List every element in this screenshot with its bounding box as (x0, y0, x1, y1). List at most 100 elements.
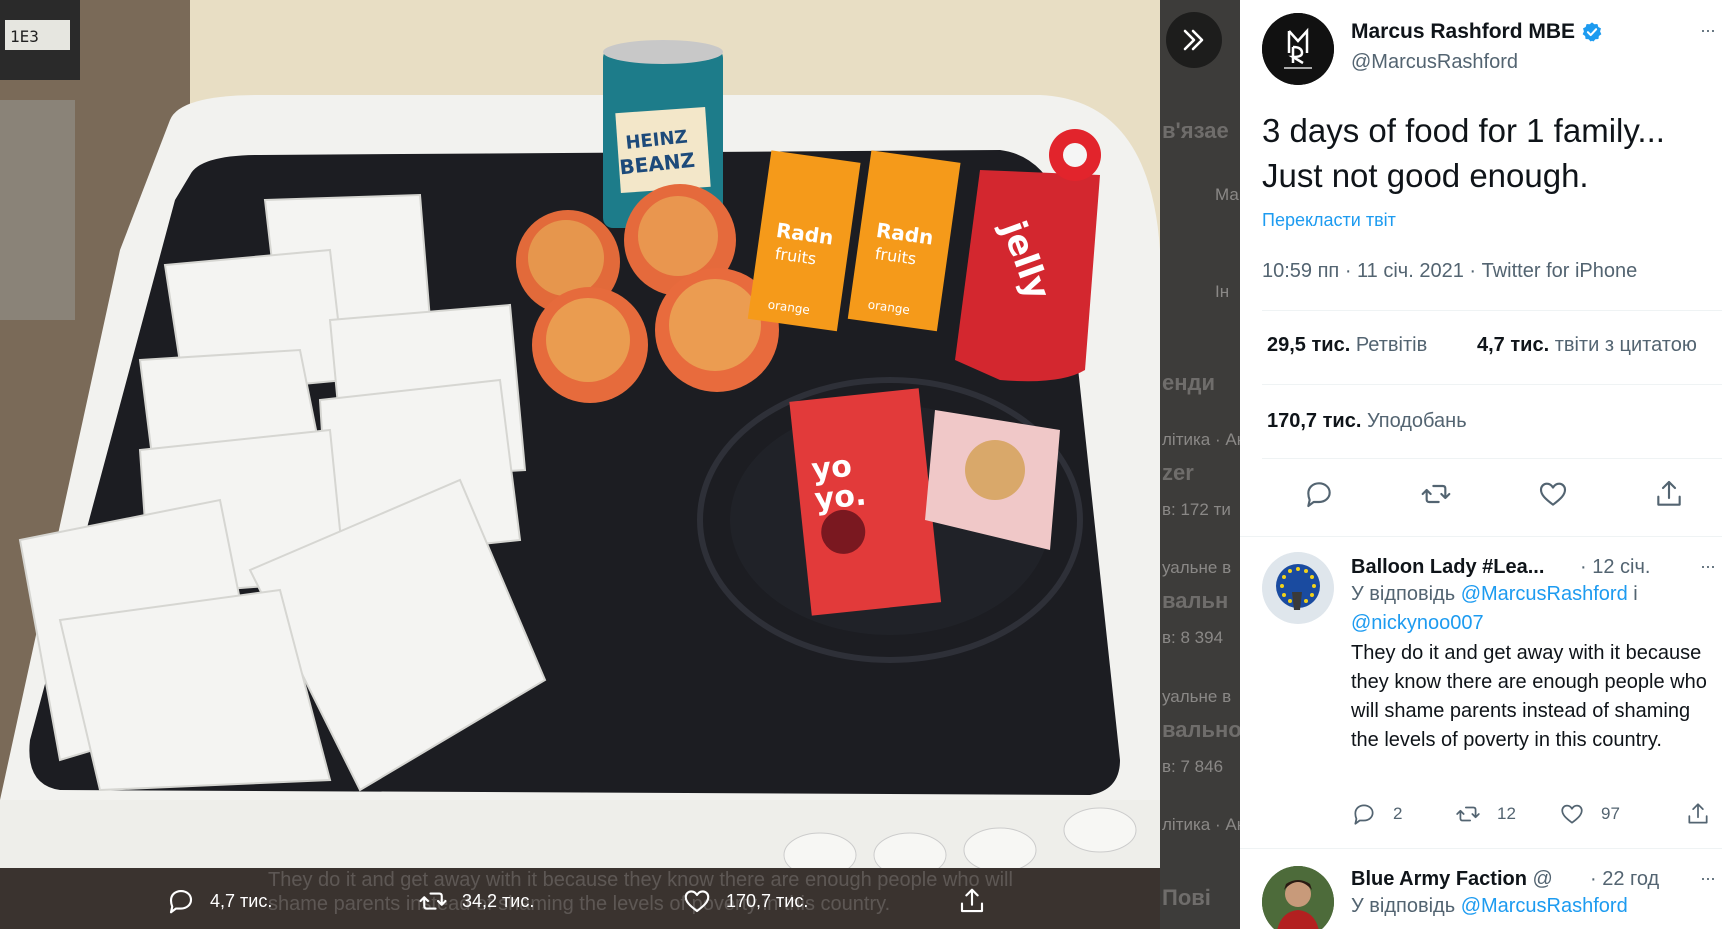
reply-retweet-count: 12 (1497, 804, 1516, 823)
retweets-count: 29,5 тис. (1267, 334, 1351, 356)
media-retweet-count: 34,2 тис. (462, 890, 535, 911)
underlay-text: енди (1162, 370, 1216, 395)
heart-icon (1561, 804, 1583, 824)
reply-tweet[interactable]: Balloon Lady #Lea... · 12 січ. ··· У від… (1240, 536, 1722, 848)
heart-icon[interactable] (1537, 478, 1569, 510)
quotes-count: 4,7 тис. (1477, 334, 1550, 356)
retweets-label: Ретвітів (1355, 334, 1428, 356)
svg-text:1E3: 1E3 (10, 27, 39, 46)
underlay-text: в'язае (1162, 118, 1229, 143)
retweet-icon (419, 892, 447, 910)
tweet-photo[interactable]: 1E3 HEINZ BEANZ Radn fruits orange Radn … (0, 0, 1160, 868)
underlay-text: Пові (1162, 885, 1211, 910)
media-reply-button[interactable]: 4,7 тис. (166, 886, 272, 916)
media-viewer: 1E3 HEINZ BEANZ Radn fruits orange Radn … (0, 0, 1240, 929)
chevrons-right-icon (1183, 29, 1204, 51)
reply-avatar[interactable] (1262, 552, 1334, 624)
share-icon[interactable] (1653, 478, 1685, 510)
reply-time[interactable]: · 22 год (1590, 868, 1659, 891)
replying-to-prefix: У відповідь (1351, 895, 1456, 917)
more-options-icon[interactable]: ··· (1700, 868, 1716, 889)
retweet-icon[interactable] (1420, 478, 1452, 510)
quotes-stat[interactable]: 4,7 тис. твіти з цитатою (1477, 334, 1697, 357)
reply-author-name[interactable]: Blue Army Faction @ (1351, 868, 1553, 891)
background-feed: в'язае Ма Ін енди літика · Ак zer в: 172… (1160, 0, 1240, 929)
likes-stat[interactable]: 170,7 тис. Уподобань (1267, 410, 1467, 433)
underlay-text: в: 172 ти (1162, 500, 1231, 519)
reply-time[interactable]: · 12 січ. (1580, 556, 1650, 579)
tweet-text-line: Just not good enough. (1262, 157, 1589, 194)
share-icon (960, 888, 984, 913)
author-handle[interactable]: @MarcusRashford (1351, 51, 1518, 74)
divider (1262, 458, 1722, 459)
underlay-text: уальне в (1162, 687, 1232, 706)
mention-link[interactable]: @MarcusRashford (1461, 583, 1628, 605)
media-action-bar: They do it and get away with it because … (0, 868, 1160, 929)
reply-icon (169, 889, 193, 914)
author-name-text: Marcus Rashford MBE (1351, 20, 1576, 43)
reply-icon (1354, 804, 1374, 825)
tweet-source[interactable]: Twitter for iPhone (1482, 260, 1638, 282)
share-icon (1688, 803, 1708, 824)
meta-separator: · (1469, 260, 1482, 282)
reply-text: They do it and get away with it because … (1351, 642, 1707, 751)
author-avatar[interactable] (1262, 13, 1334, 85)
replying-to: У відповідь @MarcusRashford і @nickynoo0… (1351, 580, 1651, 638)
mr-logo-icon (1262, 13, 1334, 85)
retweets-stat[interactable]: 29,5 тис. Ретвітів (1267, 334, 1427, 357)
more-options-icon[interactable]: ··· (1700, 556, 1716, 577)
replying-to-prefix: У відповідь (1351, 583, 1456, 605)
reply-icon[interactable] (1303, 478, 1335, 510)
tweet-timestamp[interactable]: 10:59 пп · 11 січ. 2021 (1262, 260, 1464, 282)
underlay-text: Ін (1215, 282, 1230, 301)
likes-label: Уподобань (1366, 410, 1467, 432)
media-like-button[interactable]: 170,7 тис. (682, 886, 808, 916)
divider (1262, 384, 1722, 385)
reply-reply-button[interactable]: 2 (1351, 801, 1402, 827)
reply-share-button[interactable] (1685, 801, 1711, 827)
underlay-reply-text: They do it and get away with it because … (268, 869, 1013, 915)
underlay-text: літика · Ак (1162, 430, 1240, 449)
replying-to-conj: і (1633, 583, 1638, 605)
mention-link[interactable]: @MarcusRashford (1461, 895, 1628, 917)
underlay-text: в: 7 846 (1162, 757, 1224, 776)
author-name[interactable]: Marcus Rashford MBE (1351, 20, 1603, 44)
reply-like-count: 97 (1601, 804, 1620, 823)
likes-count: 170,7 тис. (1267, 410, 1362, 432)
media-reply-count: 4,7 тис. (210, 890, 273, 911)
underlay-text: Ма (1215, 185, 1239, 204)
reply-tweet[interactable]: Blue Army Faction @ · 22 год ··· У відпо… (1240, 848, 1722, 929)
underlay-text: в: 8 394 (1162, 628, 1224, 647)
tweet-text-line: 3 days of food for 1 family... (1262, 112, 1665, 149)
more-options-icon[interactable]: ··· (1700, 20, 1716, 41)
underlay-text: уальне в (1162, 558, 1232, 577)
media-like-count: 170,7 тис. (726, 890, 809, 911)
reply-action-bar: 2 12 97 (1351, 801, 1722, 831)
underlay-text: вальн (1162, 588, 1229, 613)
replying-to: У відповідь @MarcusRashford (1351, 892, 1651, 921)
media-share-button[interactable] (957, 886, 987, 916)
quotes-label: твіти з цитатою (1554, 334, 1697, 356)
reply-author-handle: @ (1532, 868, 1553, 890)
collapse-panel-button[interactable] (1166, 12, 1222, 68)
reply-like-button[interactable]: 97 (1559, 801, 1620, 827)
divider (1262, 310, 1722, 311)
tweet-text: 3 days of food for 1 family... Just not … (1262, 108, 1722, 198)
eu-flag-avatar-icon (1262, 552, 1334, 624)
underlay-text: літика · Ак (1162, 815, 1240, 834)
reply-author-name-text: Blue Army Faction (1351, 868, 1527, 890)
media-retweet-button[interactable]: 34,2 тис. (418, 886, 534, 916)
retweet-icon (1456, 806, 1480, 822)
tweet-detail-panel: Marcus Rashford MBE @MarcusRashford ··· … (1240, 0, 1722, 929)
underlay-text: вальної (1162, 717, 1240, 742)
reply-retweet-button[interactable]: 12 (1455, 801, 1516, 827)
reply-author-name[interactable]: Balloon Lady #Lea... (1351, 556, 1544, 579)
underlay-text: zer (1162, 460, 1194, 485)
heart-icon (684, 890, 710, 913)
reply-reply-count: 2 (1393, 804, 1403, 823)
reply-avatar[interactable] (1262, 866, 1334, 929)
tweet-action-bar (1240, 478, 1722, 518)
mention-link[interactable]: @nickynoo007 (1351, 612, 1484, 634)
person-photo-avatar-icon (1262, 866, 1334, 929)
translate-tweet-link[interactable]: Перекласти твіт (1262, 210, 1396, 231)
